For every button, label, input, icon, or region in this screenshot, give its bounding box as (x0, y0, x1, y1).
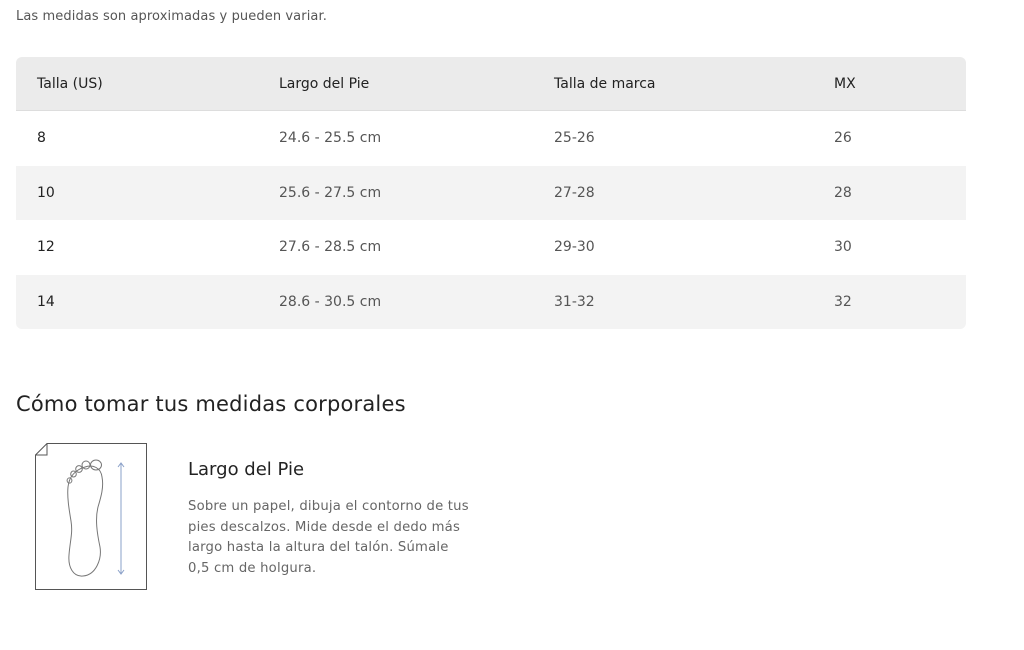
foot-length-title: Largo del Pie (188, 459, 305, 480)
cell-brand-size: 27-28 (554, 184, 595, 201)
cell-mx: 28 (834, 184, 852, 201)
cell-size-us: 8 (37, 130, 46, 147)
size-table: Talla (US) Largo del Pie Talla de marca … (16, 57, 966, 330)
table-row: 14 28.6 - 30.5 cm 31-32 32 (16, 274, 966, 330)
cell-size-us: 10 (37, 184, 55, 201)
cell-mx: 30 (834, 239, 852, 256)
table-row: 8 24.6 - 25.5 cm 25-26 26 (16, 111, 966, 166)
cell-foot-length: 24.6 - 25.5 cm (279, 130, 382, 147)
table-row: 12 27.6 - 28.5 cm 29-30 30 (16, 220, 966, 275)
cell-foot-length: 28.6 - 30.5 cm (279, 294, 382, 311)
cell-size-us: 12 (37, 239, 55, 256)
header-foot-length: Largo del Pie (279, 75, 370, 92)
header-mx: MX (834, 75, 856, 92)
header-brand-size: Talla de marca (554, 75, 656, 92)
cell-mx: 32 (834, 294, 852, 311)
measure-section-title: Cómo tomar tus medidas corporales (16, 392, 406, 416)
cell-brand-size: 29-30 (554, 239, 595, 256)
size-note: Las medidas son aproximadas y pueden var… (16, 9, 327, 24)
cell-size-us: 14 (37, 294, 55, 311)
cell-foot-length: 27.6 - 28.5 cm (279, 239, 382, 256)
cell-mx: 26 (834, 130, 852, 147)
table-header-row: Talla (US) Largo del Pie Talla de marca … (16, 57, 966, 111)
cell-brand-size: 25-26 (554, 130, 595, 147)
table-row: 10 25.6 - 27.5 cm 27-28 28 (16, 165, 966, 221)
cell-foot-length: 25.6 - 27.5 cm (279, 184, 382, 201)
foot-length-description: Sobre un papel, dibuja el contorno de tu… (188, 499, 469, 576)
foot-measure-icon (35, 443, 147, 590)
header-size-us: Talla (US) (37, 75, 103, 92)
cell-brand-size: 31-32 (554, 294, 595, 311)
